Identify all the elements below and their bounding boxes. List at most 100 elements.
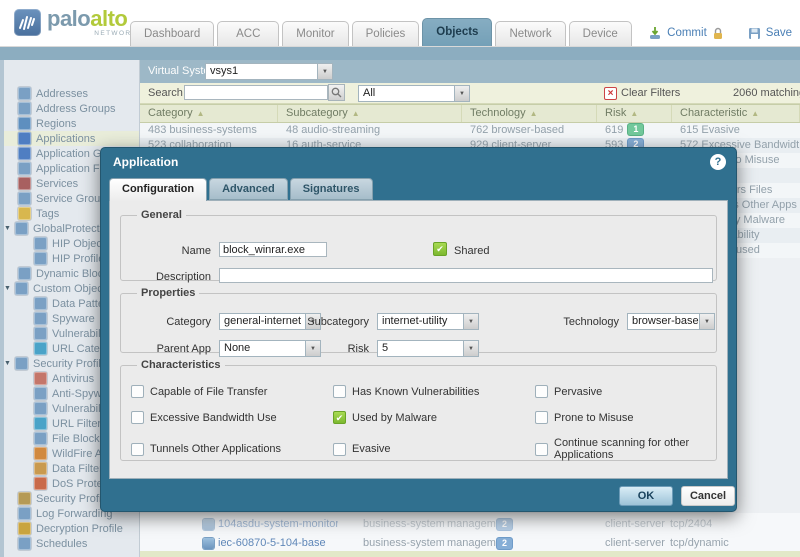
dialog-tab-signatures[interactable]: Signatures — [290, 178, 373, 200]
tab-objects[interactable]: Objects — [422, 18, 492, 46]
virtual-system-bar: Virtual System vsys1 ▼ — [140, 60, 800, 83]
dialog-tab-advanced[interactable]: Advanced — [209, 178, 288, 200]
filter-row[interactable]: 483 business-systems48 audio-streaming76… — [140, 123, 800, 138]
sort-asc-icon: ▲ — [630, 109, 638, 118]
help-icon[interactable]: ? — [710, 154, 726, 170]
checkbox[interactable] — [131, 411, 144, 424]
dynamic-block-lists-icon — [18, 267, 31, 280]
sidebar-item-schedules[interactable]: Schedules — [0, 536, 139, 551]
risk-select[interactable]: 5 ▼ — [377, 340, 479, 357]
characteristics-section: Characteristics Capable of File Transfer… — [120, 359, 717, 461]
column-header-subcategory[interactable]: Subcategory▲ — [278, 105, 462, 122]
checkbox[interactable] — [535, 385, 548, 398]
characteristic-excessive-bandwidth-use: Excessive Bandwidth Use — [131, 411, 333, 424]
data-filtering-icon — [34, 462, 47, 475]
sidebar-item-address-groups[interactable]: Address Groups — [0, 101, 139, 116]
type-filter-select[interactable]: All ▼ — [358, 85, 470, 102]
tree-expander-icon[interactable]: ▼ — [4, 360, 12, 367]
brand-wordmark: paloalto — [47, 6, 127, 32]
characteristics-legend: Characteristics — [137, 359, 225, 371]
chevron-down-icon[interactable]: ▼ — [463, 340, 479, 357]
chevron-down-icon[interactable]: ▼ — [454, 85, 470, 102]
search-input[interactable] — [184, 85, 328, 100]
characteristic-used-by-malware: ✔Used by Malware — [333, 411, 535, 424]
cell: 6191 — [597, 123, 672, 138]
hip-objects-icon — [34, 237, 47, 250]
search-icon[interactable] — [328, 84, 345, 101]
column-header-risk[interactable]: Risk▲ — [597, 105, 672, 122]
column-header-characteristic[interactable]: Characteristic▲ — [672, 105, 800, 122]
clear-filters-label[interactable]: Clear Filters — [621, 87, 680, 99]
checkbox-label: Prone to Misuse — [554, 412, 633, 424]
checkbox[interactable] — [535, 443, 548, 456]
tab-policies[interactable]: Policies — [352, 21, 420, 46]
vulnerability-icon — [34, 402, 47, 415]
general-legend: General — [137, 209, 186, 221]
commit-link[interactable]: Commit — [667, 27, 707, 39]
characteristic-evasive: Evasive — [333, 437, 535, 461]
tab-monitor[interactable]: Monitor — [282, 21, 348, 46]
description-field[interactable] — [219, 268, 713, 283]
addresses-icon — [18, 87, 31, 100]
ok-button[interactable]: OK — [619, 486, 673, 506]
column-header-technology[interactable]: Technology▲ — [462, 105, 597, 122]
tab-acc[interactable]: ACC — [217, 21, 279, 46]
decryption-profile-icon — [18, 522, 31, 535]
checkbox[interactable] — [535, 411, 548, 424]
risk-label: Risk — [279, 343, 369, 355]
technology-select[interactable]: browser-based ▼ — [627, 313, 715, 330]
checkbox-label: Excessive Bandwidth Use — [150, 412, 277, 424]
chevron-down-icon[interactable]: ▼ — [463, 313, 479, 330]
sidebar-item-decryption-profile[interactable]: Decryption Profile — [0, 521, 139, 536]
checkbox[interactable] — [333, 443, 346, 456]
shared-checkbox[interactable]: ✔ — [433, 242, 447, 256]
application-name-link[interactable]: 104asdu-system-monitor — [218, 515, 338, 534]
subcategory-select[interactable]: internet-utility ▼ — [377, 313, 479, 330]
virtual-system-select[interactable]: vsys1 ▼ — [205, 63, 333, 80]
clear-filters-icon[interactable]: × — [604, 87, 617, 100]
nav-band — [0, 47, 800, 60]
subcategory-label: Subcategory — [279, 316, 369, 328]
cell: 483 business-systems — [140, 123, 278, 138]
checkbox[interactable] — [131, 385, 144, 398]
name-field[interactable] — [219, 242, 327, 257]
wildfire-icon — [34, 447, 47, 460]
category-cell: business-systems — [363, 515, 444, 534]
sidebar-item-label: Addresses — [36, 88, 88, 100]
column-header-category[interactable]: Category▲ — [140, 105, 278, 122]
services-icon — [18, 177, 31, 190]
chevron-down-icon[interactable]: ▼ — [699, 313, 715, 330]
sidebar-item-addresses[interactable]: Addresses — [0, 86, 139, 101]
service-groups-icon — [18, 192, 31, 205]
checkbox[interactable]: ✔ — [333, 411, 346, 424]
application-filters-icon — [18, 162, 31, 175]
checkbox-label: Pervasive — [554, 386, 602, 398]
app-table-header: Category▲Subcategory▲Technology▲Risk▲Cha… — [140, 104, 800, 123]
chevron-down-icon[interactable]: ▼ — [317, 63, 333, 80]
sidebar-item-label: Decryption Profile — [36, 523, 123, 535]
checkbox[interactable] — [131, 443, 144, 456]
dialog-tab-configuration[interactable]: Configuration — [109, 178, 207, 201]
tree-expander-icon[interactable]: ▼ — [4, 285, 12, 292]
pan-os-screen: paloalto NETWORKS DashboardACCMonitorPol… — [0, 0, 800, 557]
sort-asc-icon: ▲ — [352, 109, 360, 118]
risk-badge: 2 — [497, 519, 512, 530]
sidebar-item-label: Tags — [36, 208, 59, 220]
checkbox-label: Continue scanning for other Applications — [554, 437, 716, 461]
checkbox[interactable] — [333, 385, 346, 398]
checkbox-label: Has Known Vulnerabilities — [352, 386, 479, 398]
security-profiles-icon — [15, 357, 28, 370]
tab-device[interactable]: Device — [569, 21, 632, 46]
tab-network[interactable]: Network — [495, 21, 565, 46]
save-icon — [748, 27, 761, 40]
tab-dashboard[interactable]: Dashboard — [130, 21, 214, 46]
sidebar-item-applications[interactable]: Applications — [0, 131, 139, 146]
checkbox-label: Capable of File Transfer — [150, 386, 267, 398]
save-link[interactable]: Save — [766, 27, 792, 39]
cancel-button[interactable]: Cancel — [681, 486, 735, 506]
application-row[interactable]: 104asdu-system-monitorbusiness-systemsma… — [140, 515, 800, 534]
properties-section: Properties Category general-internet ▼ S… — [120, 287, 717, 353]
sidebar-item-regions[interactable]: Regions — [0, 116, 139, 131]
tree-expander-icon[interactable]: ▼ — [4, 225, 12, 232]
sidebar-item-label: GlobalProtect — [33, 223, 100, 235]
